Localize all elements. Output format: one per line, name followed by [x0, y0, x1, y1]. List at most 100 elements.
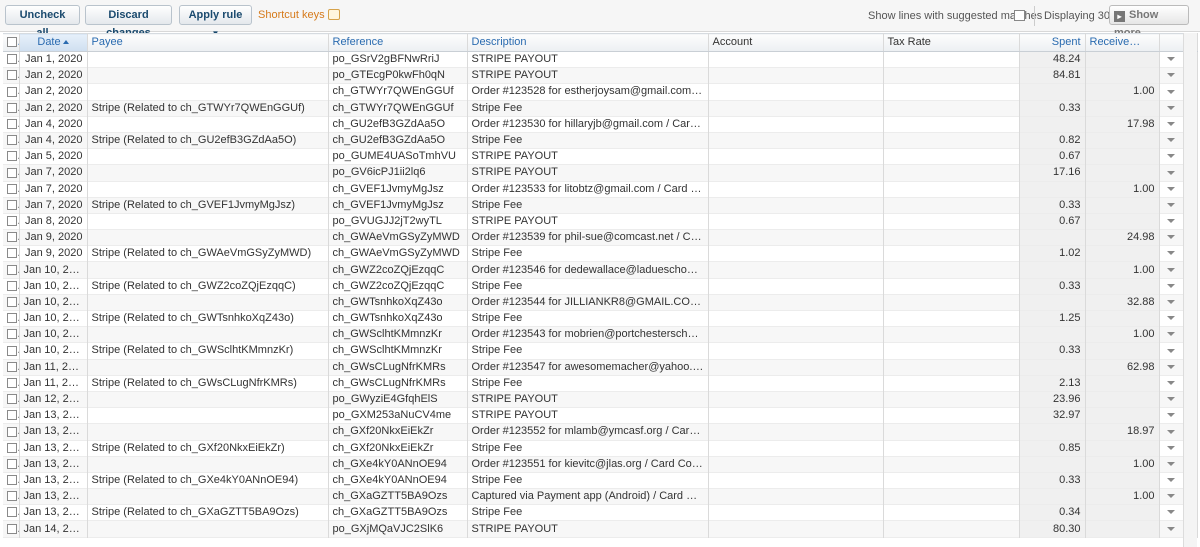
row-checkbox-cell[interactable]: [3, 472, 20, 489]
row-payee[interactable]: [87, 423, 329, 440]
row-account[interactable]: [708, 278, 884, 295]
row-tax-rate[interactable]: [883, 278, 1020, 295]
row-description[interactable]: Stripe Fee: [467, 278, 709, 295]
row-description[interactable]: STRIPE PAYOUT: [467, 67, 709, 84]
discard-changes-button[interactable]: Discard changes: [85, 5, 172, 39]
row-menu[interactable]: [1159, 197, 1184, 214]
row-payee[interactable]: [87, 261, 329, 279]
shortcut-keys-link[interactable]: Shortcut keys: [258, 9, 340, 21]
table-row[interactable]: Jan 10, 2020 Stripe (Related to ch_GWSclh…: [3, 342, 1198, 360]
row-spent[interactable]: 0.82: [1019, 132, 1086, 149]
row-tax-rate[interactable]: [883, 326, 1020, 343]
row-received[interactable]: [1085, 132, 1160, 149]
row-received[interactable]: 1.00: [1085, 261, 1160, 279]
row-reference[interactable]: po_GV6icPJ1ii2lq6: [328, 164, 468, 181]
row-description[interactable]: Stripe Fee: [467, 310, 709, 327]
row-reference[interactable]: ch_GU2efB3GZdAa5O: [328, 132, 468, 149]
table-row[interactable]: Jan 13, 2020 Stripe (Related to ch_GXf20N…: [3, 440, 1198, 457]
row-spent[interactable]: 0.33: [1019, 472, 1086, 489]
row-checkbox[interactable]: [7, 70, 17, 81]
row-spent[interactable]: 0.33: [1019, 342, 1086, 360]
row-received[interactable]: [1085, 100, 1160, 117]
row-payee[interactable]: Stripe (Related to ch_GVEF1JvmyMgJsz): [87, 197, 329, 214]
row-tax-rate[interactable]: [883, 359, 1020, 376]
apply-rule-button[interactable]: Apply rule ▼: [179, 5, 252, 38]
row-description[interactable]: Captured via Payment app (Android) / Car…: [467, 488, 709, 505]
row-reference[interactable]: ch_GWTsnhkoXqZ43o: [328, 294, 468, 311]
row-reference[interactable]: ch_GWZ2coZQjEzqqC: [328, 278, 468, 295]
row-reference[interactable]: ch_GXe4kY0ANnOE94: [328, 456, 468, 473]
select-all-checkbox[interactable]: [7, 37, 17, 48]
row-reference[interactable]: ch_GXf20NkxEiEkZr: [328, 423, 468, 440]
row-reference[interactable]: ch_GXe4kY0ANnOE94: [328, 472, 468, 489]
row-menu[interactable]: [1159, 245, 1184, 262]
column-header-received[interactable]: Receive…: [1085, 33, 1160, 52]
row-account[interactable]: [708, 488, 884, 505]
row-received[interactable]: [1085, 520, 1160, 538]
row-description[interactable]: STRIPE PAYOUT: [467, 520, 709, 538]
row-spent[interactable]: [1019, 326, 1086, 343]
row-checkbox[interactable]: [7, 183, 17, 194]
row-reference[interactable]: po_GUME4UASoTmhVU: [328, 148, 468, 165]
row-checkbox-cell[interactable]: [3, 197, 20, 214]
row-description[interactable]: Order #123530 for hillaryjb@gmail.com / …: [467, 116, 709, 133]
row-menu[interactable]: [1159, 213, 1184, 230]
row-received[interactable]: [1085, 197, 1160, 214]
row-account[interactable]: [708, 440, 884, 457]
row-reference[interactable]: ch_GWsCLugNfrKMRs: [328, 359, 468, 376]
row-payee[interactable]: [87, 359, 329, 376]
row-payee[interactable]: [87, 148, 329, 165]
row-account[interactable]: [708, 181, 884, 198]
row-menu[interactable]: [1159, 407, 1184, 424]
row-checkbox[interactable]: [7, 458, 17, 469]
select-all-checkbox-cell[interactable]: [3, 33, 20, 52]
table-row[interactable]: Jan 11, 2020 ch_GWsCLugNfrKMRs Order #1235…: [3, 359, 1198, 376]
row-tax-rate[interactable]: [883, 100, 1020, 117]
suggested-matches-checkbox[interactable]: [1014, 10, 1025, 21]
row-checkbox-cell[interactable]: [3, 488, 20, 505]
table-row[interactable]: Jan 8, 2020 po_GVUGJJ2jT2wyTL STRIPE PAYOU…: [3, 213, 1198, 230]
row-spent[interactable]: 1.02: [1019, 245, 1086, 262]
row-spent[interactable]: 17.16: [1019, 164, 1086, 181]
row-account[interactable]: [708, 407, 884, 424]
row-payee[interactable]: Stripe (Related to ch_GWTsnhkoXqZ43o): [87, 310, 329, 327]
row-reference[interactable]: ch_GVEF1JvmyMgJsz: [328, 197, 468, 214]
row-account[interactable]: [708, 261, 884, 279]
row-checkbox-cell[interactable]: [3, 261, 20, 279]
row-reference[interactable]: ch_GWsCLugNfrKMRs: [328, 375, 468, 392]
row-tax-rate[interactable]: [883, 213, 1020, 230]
row-checkbox-cell[interactable]: [3, 116, 20, 133]
row-account[interactable]: [708, 132, 884, 149]
column-header-reference[interactable]: Reference: [328, 33, 468, 52]
row-spent[interactable]: [1019, 423, 1086, 440]
row-menu[interactable]: [1159, 100, 1184, 117]
row-reference[interactable]: ch_GWZ2coZQjEzqqC: [328, 261, 468, 279]
row-account[interactable]: [708, 504, 884, 521]
row-reference[interactable]: po_GVUGJJ2jT2wyTL: [328, 213, 468, 230]
row-checkbox[interactable]: [7, 151, 17, 162]
row-spent[interactable]: 32.97: [1019, 407, 1086, 424]
row-checkbox-cell[interactable]: [3, 520, 20, 538]
row-account[interactable]: [708, 213, 884, 230]
row-payee[interactable]: [87, 326, 329, 343]
row-reference[interactable]: ch_GXf20NkxEiEkZr: [328, 440, 468, 457]
row-reference[interactable]: ch_GTWYr7QWEnGGUf: [328, 83, 468, 101]
row-received[interactable]: [1085, 504, 1160, 521]
row-description[interactable]: Order #123552 for mlamb@ymcasf.org / Car…: [467, 423, 709, 440]
row-tax-rate[interactable]: [883, 456, 1020, 473]
row-checkbox[interactable]: [7, 361, 17, 372]
row-tax-rate[interactable]: [883, 148, 1020, 165]
row-checkbox[interactable]: [7, 232, 17, 243]
row-spent[interactable]: 0.33: [1019, 197, 1086, 214]
row-spent[interactable]: 0.85: [1019, 440, 1086, 457]
row-spent[interactable]: [1019, 229, 1086, 246]
row-received[interactable]: [1085, 472, 1160, 489]
row-reference[interactable]: ch_GVEF1JvmyMgJsz: [328, 181, 468, 198]
row-checkbox[interactable]: [7, 102, 17, 113]
row-received[interactable]: [1085, 375, 1160, 392]
table-row[interactable]: Jan 12, 2020 po_GWyziE4GfqhElS STRIPE PAYO…: [3, 391, 1198, 408]
table-row[interactable]: Jan 2, 2020 Stripe (Related to ch_GTWYr7Q…: [3, 100, 1198, 117]
table-row[interactable]: Jan 7, 2020 ch_GVEF1JvmyMgJsz Order #12353…: [3, 181, 1198, 198]
row-account[interactable]: [708, 456, 884, 473]
row-spent[interactable]: 0.67: [1019, 148, 1086, 165]
